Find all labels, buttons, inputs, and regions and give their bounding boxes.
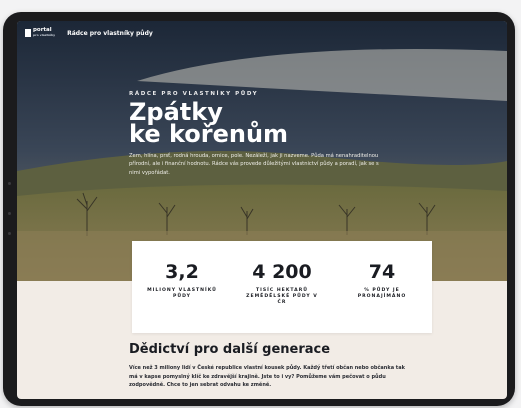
stat-value: 3,2 xyxy=(165,261,199,283)
stat-label: MILIONY VLASTNÍKŮ PŮDY xyxy=(147,288,217,299)
device-button xyxy=(8,182,11,185)
stat-hectares: 4 200 TISÍC HEKTARŮ ZEMĚDĚLSKÉ PŮDY V ČR xyxy=(237,241,327,333)
stats-panel: 3,2 MILIONY VLASTNÍKŮ PŮDY 4 200 TISÍC H… xyxy=(132,241,432,333)
section-text: Více než 3 miliony lidí v České republic… xyxy=(129,365,405,389)
hero-eyebrow: RÁDCE PRO VLASTNÍKY PŮDY xyxy=(129,91,259,97)
page-title: Zpátky ke kořenům xyxy=(129,100,369,148)
hero-lead-text: Zem, hlína, prsť, rodná hrouda, ornice, … xyxy=(129,153,379,176)
stat-value: 74 xyxy=(368,261,396,283)
device-button xyxy=(8,232,11,235)
title-line-2: ke kořenům xyxy=(129,120,289,148)
device-button xyxy=(8,212,11,215)
logo-subtitle: pro vlastníky xyxy=(33,33,56,37)
stat-rented: 74 % PŮDY JE PRONAJÍMÁNO xyxy=(337,241,427,333)
nav-link-radce[interactable]: Rádce pro vlastníky půdy xyxy=(67,30,153,37)
tablet-screen: portal pro vlastníky Rádce pro vlastníky… xyxy=(17,21,507,399)
stat-owners: 3,2 MILIONY VLASTNÍKŮ PŮDY xyxy=(137,241,227,333)
tablet-frame: portal pro vlastníky Rádce pro vlastníky… xyxy=(3,12,515,406)
site-logo[interactable]: portal pro vlastníky xyxy=(25,27,56,38)
stat-label: TISÍC HEKTARŮ ZEMĚDĚLSKÉ PŮDY V ČR xyxy=(246,288,318,305)
section-heading: Dědictví pro další generace xyxy=(129,342,331,357)
stat-value: 4 200 xyxy=(252,261,312,283)
top-navigation: portal pro vlastníky Rádce pro vlastníky… xyxy=(17,21,507,45)
logo-icon xyxy=(25,29,31,37)
stat-label: % PŮDY JE PRONAJÍMÁNO xyxy=(357,288,407,299)
